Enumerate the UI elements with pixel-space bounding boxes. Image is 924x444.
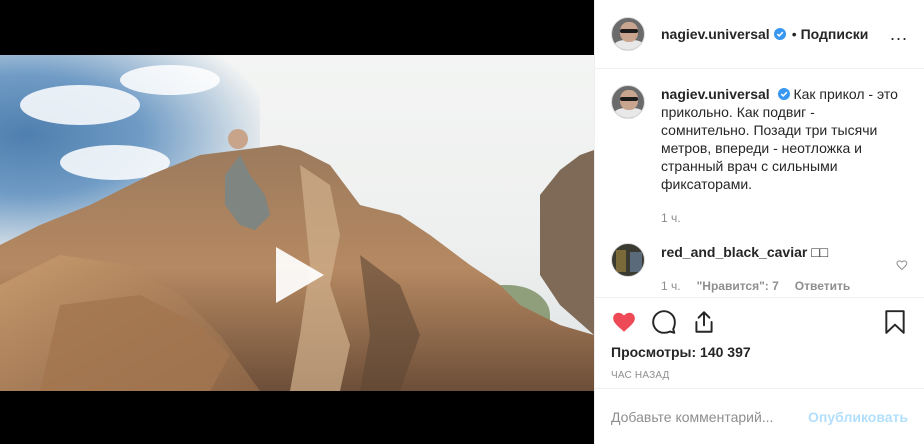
publish-button[interactable]: Опубликовать — [808, 409, 908, 425]
comment-likes[interactable]: "Нравится": 7 — [697, 277, 779, 295]
comment-meta: 1 ч. "Нравится": 7 Ответить — [661, 277, 896, 295]
author-username[interactable]: nagiev.universal — [661, 26, 770, 42]
caption-username[interactable]: nagiev.universal — [661, 86, 770, 102]
share-icon[interactable] — [691, 309, 717, 335]
action-bar — [595, 298, 924, 338]
views-count[interactable]: Просмотры: 140 397 — [595, 338, 924, 360]
post-panel: nagiev.universal • Подписки ... nagiev.u… — [594, 0, 924, 444]
post-time[interactable]: час назад — [595, 360, 924, 381]
caption-meta: 1 ч. — [661, 209, 901, 227]
caption: nagiev.universal Как прикол - это прикол… — [611, 85, 908, 227]
verified-icon — [777, 88, 790, 100]
comment-like-icon[interactable] — [896, 259, 908, 271]
heart-icon[interactable] — [611, 309, 637, 335]
media-viewer — [0, 0, 594, 444]
post-header: nagiev.universal • Подписки ... — [595, 0, 924, 69]
more-options-button[interactable]: ... — [890, 25, 908, 43]
comment-composer: Опубликовать — [595, 388, 924, 444]
comment-username[interactable]: red_and_black_caviar — [661, 244, 807, 260]
video-player[interactable] — [0, 55, 594, 391]
comment-body: red_and_black_caviar □□ 1 ч. "Нравится":… — [661, 243, 896, 295]
caption-time[interactable]: 1 ч. — [661, 209, 681, 227]
commenter-avatar[interactable] — [611, 243, 645, 277]
following-button[interactable]: Подписки — [801, 26, 869, 42]
comment-time[interactable]: 1 ч. — [661, 277, 681, 295]
caption-body: nagiev.universal Как прикол - это прикол… — [661, 85, 901, 227]
comments-section: nagiev.universal Как прикол - это прикол… — [595, 69, 924, 298]
video-rocks — [0, 129, 594, 391]
avatar[interactable] — [611, 85, 645, 119]
avatar[interactable] — [611, 17, 645, 51]
separator-dot: • — [791, 26, 797, 42]
reply-button[interactable]: Ответить — [795, 277, 850, 295]
comment-text: □□ — [811, 244, 829, 260]
bookmark-icon[interactable] — [882, 309, 908, 335]
comment-input[interactable] — [611, 408, 809, 425]
comment-icon[interactable] — [651, 309, 677, 335]
comment-item: red_and_black_caviar □□ 1 ч. "Нравится":… — [611, 243, 908, 295]
play-icon[interactable] — [266, 243, 330, 307]
verified-icon — [773, 28, 786, 40]
